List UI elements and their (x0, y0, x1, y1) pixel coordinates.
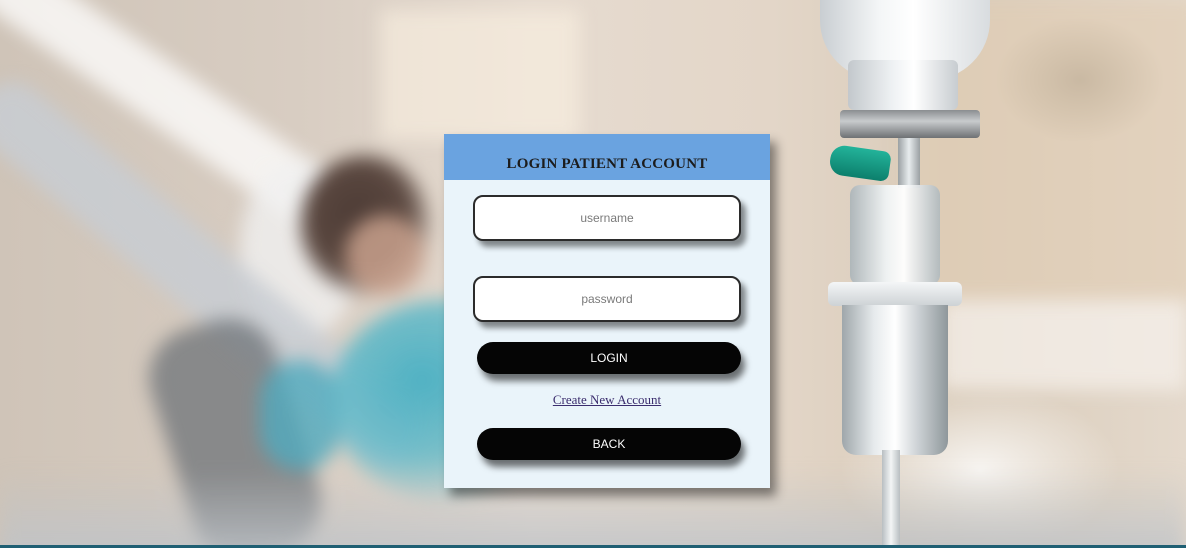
create-new-account-link[interactable]: Create New Account (444, 392, 770, 408)
login-title: LOGIN PATIENT ACCOUNT (506, 155, 708, 172)
login-card-header: LOGIN PATIENT ACCOUNT (444, 134, 770, 180)
iv-drip-image (800, 0, 1020, 548)
login-card: LOGIN PATIENT ACCOUNT LOGIN Create New A… (444, 134, 770, 488)
login-button[interactable]: LOGIN (477, 342, 741, 374)
username-input[interactable] (473, 195, 741, 241)
password-input[interactable] (473, 276, 741, 322)
login-page: LOGIN PATIENT ACCOUNT LOGIN Create New A… (0, 0, 1186, 548)
back-button[interactable]: BACK (477, 428, 741, 460)
